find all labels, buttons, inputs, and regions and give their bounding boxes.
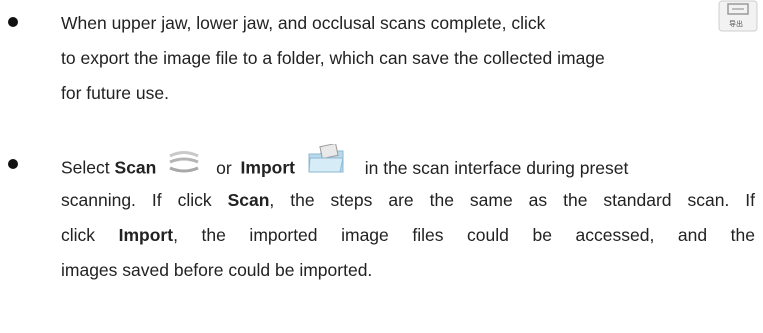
import-description-end: images saved before could be imported.	[61, 260, 373, 280]
text-line: to export the image file to a folder, wh…	[61, 47, 605, 69]
click-text: click	[61, 225, 96, 245]
export-instruction-text: When upper jaw, lower jaw, and occlusal …	[61, 13, 546, 33]
text-line: for future use.	[61, 82, 169, 104]
text-line: scanning. If click Scan, the steps are t…	[61, 189, 755, 211]
bullet-dot	[8, 17, 18, 27]
export-description-text: to export the image file to a folder, wh…	[61, 48, 605, 68]
scan-label-inline: Scan	[227, 190, 270, 210]
select-text: Select	[61, 157, 110, 178]
or-text: or	[216, 157, 232, 178]
standard-scan-text: , the steps are the same as the standard…	[269, 190, 756, 210]
text-line: click Import, the imported image files c…	[61, 224, 755, 246]
scanning-text: scanning. If click	[61, 190, 212, 210]
scan-label: Scan	[114, 157, 157, 178]
scan-interface-text: in the scan interface during preset	[364, 157, 629, 178]
import-description-text: , the imported image files could be acce…	[173, 225, 755, 245]
import-label: Import	[240, 157, 295, 178]
export-description-end: for future use.	[61, 83, 169, 103]
export-icon-caption: 导出	[729, 20, 743, 28]
bullet-dot	[8, 159, 18, 169]
import-folder-icon	[306, 142, 346, 176]
text-line: images saved before could be imported.	[61, 259, 372, 281]
text-line: When upper jaw, lower jaw, and occlusal …	[61, 12, 545, 34]
text-line: Select Scan or Import in the scan interf…	[61, 142, 629, 185]
import-label-inline: Import	[118, 225, 174, 245]
manual-page: When upper jaw, lower jaw, and occlusal …	[0, 0, 763, 333]
export-icon: 导出	[718, 0, 758, 32]
scanner-icon	[167, 150, 201, 176]
